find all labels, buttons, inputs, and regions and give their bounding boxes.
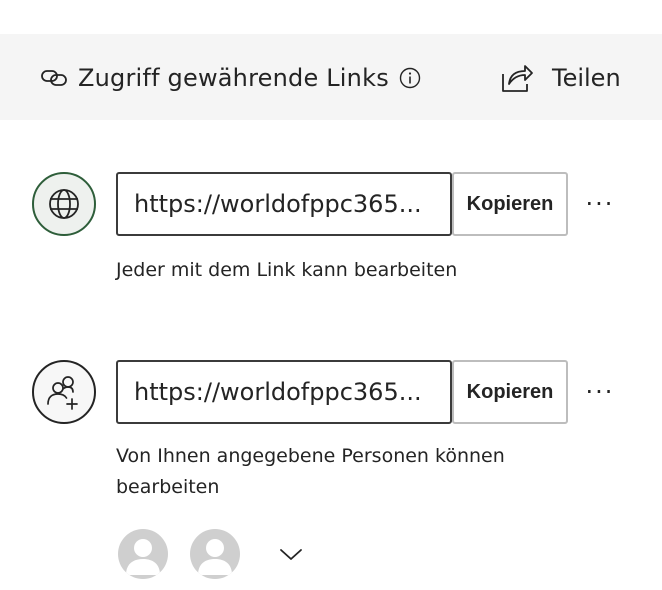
avatar[interactable] (118, 529, 168, 579)
header-left: Zugriff gewährende Links (40, 64, 421, 92)
link-url-field[interactable]: https://worldofppc365... (116, 172, 452, 236)
chevron-down-icon[interactable] (276, 544, 306, 564)
link-permission-description: Von Ihnen angegebene Personen können bea… (116, 445, 505, 498)
shared-people-list (118, 528, 306, 580)
page-title: Zugriff gewährende Links (78, 64, 389, 92)
link-url-field[interactable]: https://worldofppc365... (116, 360, 452, 424)
avatar[interactable] (190, 529, 240, 579)
copy-button[interactable]: Kopieren (452, 360, 568, 424)
globe-icon (32, 172, 96, 236)
link-row-specific-people: https://worldofppc365... Kopieren ··· (0, 360, 662, 426)
more-options-button[interactable]: ··· (580, 374, 620, 410)
share-header: Zugriff gewährende Links Teilen (0, 34, 662, 120)
more-options-button[interactable]: ··· (580, 186, 620, 222)
info-icon[interactable] (399, 67, 421, 89)
copy-button[interactable]: Kopieren (452, 172, 568, 236)
link-url-text: https://worldofppc365... (134, 190, 422, 218)
link-url-text: https://worldofppc365... (134, 378, 422, 406)
share-label: Teilen (552, 64, 621, 92)
link-permission-description: Jeder mit dem Link kann bearbeiten (116, 259, 458, 281)
share-icon (500, 62, 534, 94)
link-row-anyone: https://worldofppc365... Kopieren ··· (0, 172, 662, 238)
share-button[interactable]: Teilen (500, 62, 621, 94)
people-add-icon (32, 360, 96, 424)
link-icon (40, 67, 70, 89)
